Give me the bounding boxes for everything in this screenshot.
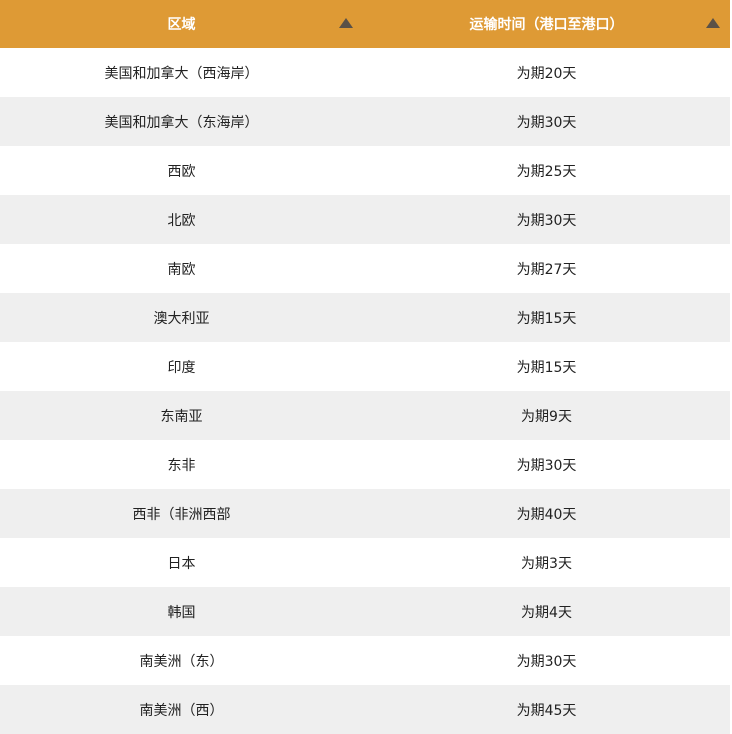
cell-region: 南美洲（东） bbox=[0, 636, 363, 685]
table-row: 东非 为期30天 bbox=[0, 440, 730, 489]
table-row: 西非（非洲西部 为期40天 bbox=[0, 489, 730, 538]
cell-region: 澳大利亚 bbox=[0, 293, 363, 342]
cell-transit-time: 为期15天 bbox=[363, 342, 730, 391]
cell-transit-time: 为期40天 bbox=[363, 489, 730, 538]
cell-region: 印度 bbox=[0, 342, 363, 391]
cell-transit-time: 为期9天 bbox=[363, 391, 730, 440]
cell-region: 西非（非洲西部 bbox=[0, 489, 363, 538]
cell-region: 南美洲（西） bbox=[0, 685, 363, 734]
cell-transit-time: 为期30天 bbox=[363, 440, 730, 489]
table-row: 澳大利亚 为期15天 bbox=[0, 293, 730, 342]
sort-ascending-icon[interactable] bbox=[339, 18, 353, 28]
column-header-region[interactable]: 区域 bbox=[0, 0, 363, 48]
table-row: 南美洲（西） 为期45天 bbox=[0, 685, 730, 734]
table-row: 韩国 为期4天 bbox=[0, 587, 730, 636]
table-row: 南美洲（东） 为期30天 bbox=[0, 636, 730, 685]
table-row: 西欧 为期25天 bbox=[0, 146, 730, 195]
cell-transit-time: 为期3天 bbox=[363, 538, 730, 587]
cell-transit-time: 为期30天 bbox=[363, 97, 730, 146]
cell-transit-time: 为期30天 bbox=[363, 195, 730, 244]
cell-region: 东南亚 bbox=[0, 391, 363, 440]
cell-region: 北欧 bbox=[0, 195, 363, 244]
cell-transit-time: 为期45天 bbox=[363, 685, 730, 734]
table-row: 美国和加拿大（西海岸） 为期20天 bbox=[0, 48, 730, 97]
table-row: 美国和加拿大（东海岸） 为期30天 bbox=[0, 97, 730, 146]
table-row: 北欧 为期30天 bbox=[0, 195, 730, 244]
cell-region: 南欧 bbox=[0, 244, 363, 293]
table-header-row: 区域 运输时间（港口至港口） bbox=[0, 0, 730, 48]
cell-region: 西欧 bbox=[0, 146, 363, 195]
cell-transit-time: 为期25天 bbox=[363, 146, 730, 195]
table-row: 印度 为期15天 bbox=[0, 342, 730, 391]
cell-region: 韩国 bbox=[0, 587, 363, 636]
cell-transit-time: 为期15天 bbox=[363, 293, 730, 342]
column-header-region-label: 区域 bbox=[167, 17, 196, 33]
cell-region: 东非 bbox=[0, 440, 363, 489]
cell-transit-time: 为期30天 bbox=[363, 636, 730, 685]
shipping-time-table: 区域 运输时间（港口至港口） 美国和加拿大（西海岸） 为期20天 美国和加拿大（… bbox=[0, 0, 730, 734]
sort-ascending-icon[interactable] bbox=[706, 18, 720, 28]
cell-transit-time: 为期4天 bbox=[363, 587, 730, 636]
table-row: 日本 为期3天 bbox=[0, 538, 730, 587]
cell-transit-time: 为期27天 bbox=[363, 244, 730, 293]
column-header-transit-time-label: 运输时间（港口至港口） bbox=[469, 17, 624, 33]
cell-region: 日本 bbox=[0, 538, 363, 587]
cell-region: 美国和加拿大（东海岸） bbox=[0, 97, 363, 146]
table-row: 东南亚 为期9天 bbox=[0, 391, 730, 440]
cell-transit-time: 为期20天 bbox=[363, 48, 730, 97]
column-header-transit-time[interactable]: 运输时间（港口至港口） bbox=[363, 0, 730, 48]
table-row: 南欧 为期27天 bbox=[0, 244, 730, 293]
cell-region: 美国和加拿大（西海岸） bbox=[0, 48, 363, 97]
